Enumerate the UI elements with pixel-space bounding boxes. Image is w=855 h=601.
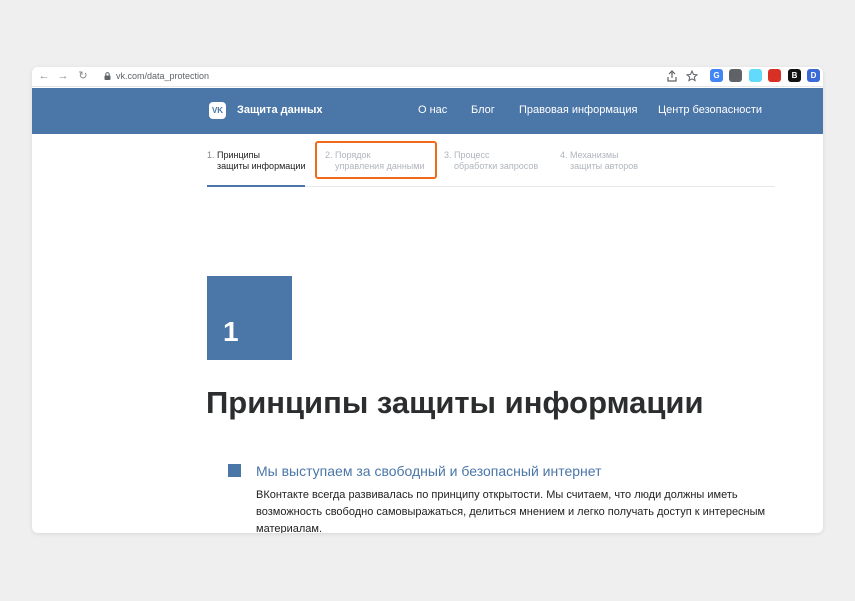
b-extension-icon[interactable]: B xyxy=(788,69,801,82)
url-text: vk.com/data_protection xyxy=(116,71,210,81)
paragraph-line: возможность свободно самовыражаться, дел… xyxy=(256,506,766,518)
step-label: Процесс обработки запросов xyxy=(454,150,539,171)
back-icon[interactable]: ← xyxy=(37,69,51,83)
site-header: VK Защита данных О нас Блог Правовая инф… xyxy=(32,88,823,134)
step-number: 3. xyxy=(444,150,452,160)
step-number: 4. xyxy=(560,150,568,160)
active-step-underline xyxy=(207,185,305,187)
step-label: Механизмы защиты авторов xyxy=(570,150,639,171)
nav-security-center[interactable]: Центр безопасности xyxy=(658,104,762,116)
share-icon[interactable] xyxy=(666,70,678,82)
forward-icon[interactable]: → xyxy=(56,69,70,83)
brand-title[interactable]: Защита данных xyxy=(237,104,323,116)
paragraph-line: ВКонтакте всегда развивалась по принципу… xyxy=(256,489,738,501)
react-extension-icon[interactable] xyxy=(749,69,762,82)
bullet-square-icon xyxy=(228,464,241,477)
browser-toolbar: ← → ↻ vk.com/data_protection G B D xyxy=(32,67,823,87)
step-label: Принципы защиты информации xyxy=(217,150,306,171)
nav-legal[interactable]: Правовая информация xyxy=(519,104,637,116)
nav-blog[interactable]: Блог xyxy=(471,104,495,116)
reload-icon[interactable]: ↻ xyxy=(76,69,90,83)
pokeball-extension-icon[interactable] xyxy=(768,69,781,82)
highlight-annotation-box xyxy=(315,141,437,179)
step-number: 1. xyxy=(207,150,215,160)
section-number-block: 1 xyxy=(207,276,292,360)
intro-paragraph: ВКонтакте всегда развивалась по принципу… xyxy=(256,487,796,533)
d-extension-icon[interactable]: D xyxy=(807,69,820,82)
translate-extension-icon[interactable]: G xyxy=(710,69,723,82)
nav-about[interactable]: О нас xyxy=(418,104,447,116)
paragraph-line: материалам. xyxy=(256,523,323,533)
lock-icon xyxy=(104,72,111,80)
star-icon[interactable] xyxy=(686,70,698,82)
address-bar[interactable]: vk.com/data_protection xyxy=(98,69,658,84)
browser-window: ← → ↻ vk.com/data_protection G B D VK За… xyxy=(32,67,823,533)
vk-logo[interactable]: VK xyxy=(209,102,226,119)
page-title: Принципы защиты информации xyxy=(206,385,704,420)
section-number: 1 xyxy=(223,316,239,347)
subheading: Мы выступаем за свободный и безопасный и… xyxy=(256,463,602,479)
step-tabs: 1. Принципы защиты информации 2. Порядок у… xyxy=(207,147,775,187)
curl-extension-icon[interactable] xyxy=(729,69,742,82)
